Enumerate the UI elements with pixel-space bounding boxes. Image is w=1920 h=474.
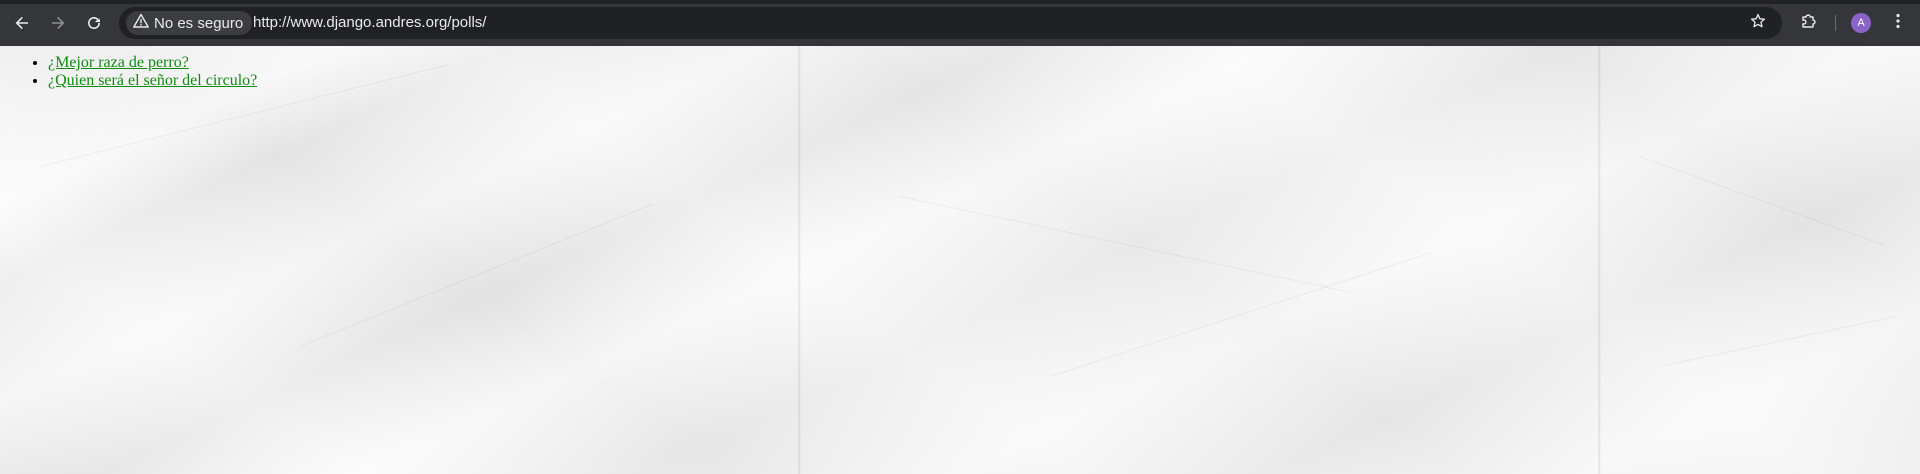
- security-label: No es seguro: [154, 14, 244, 32]
- extensions-button[interactable]: [1795, 9, 1823, 37]
- poll-list: ¿Mejor raza de perro? ¿Quien será el señ…: [0, 54, 257, 90]
- back-button[interactable]: [6, 9, 38, 37]
- list-item: ¿Quien será el señor del circulo?: [48, 72, 257, 90]
- browser-toolbar: No es seguro http://www.django.andres.or…: [0, 0, 1920, 46]
- star-icon: [1750, 13, 1766, 33]
- paper-crease: [1639, 156, 1885, 246]
- paper-crease: [1050, 252, 1431, 377]
- bookmark-button[interactable]: [1746, 11, 1770, 35]
- list-item: ¿Mejor raza de perro?: [48, 54, 257, 72]
- address-bar[interactable]: No es seguro http://www.django.andres.or…: [119, 7, 1782, 39]
- paper-crease: [300, 203, 653, 347]
- arrow-right-icon: [50, 15, 66, 31]
- poll-link[interactable]: ¿Quien será el señor del circulo?: [48, 72, 257, 89]
- reload-button[interactable]: [78, 9, 110, 37]
- security-chip[interactable]: No es seguro: [126, 11, 253, 35]
- arrow-left-icon: [14, 15, 30, 31]
- avatar[interactable]: A: [1851, 13, 1871, 33]
- paper-crease: [1660, 316, 1895, 367]
- poll-link[interactable]: ¿Mejor raza de perro?: [48, 54, 189, 71]
- forward-button[interactable]: [42, 9, 74, 37]
- reload-icon: [86, 15, 102, 31]
- paper-crease: [899, 196, 1350, 293]
- warning-triangle-icon: [133, 13, 149, 33]
- browser-menu-button[interactable]: [1886, 9, 1910, 37]
- toolbar-divider: [1835, 15, 1836, 31]
- url-text[interactable]: http://www.django.andres.org/polls/: [253, 14, 486, 32]
- page-viewport: ¿Mejor raza de perro? ¿Quien será el señ…: [0, 46, 1920, 474]
- puzzle-icon: [1800, 12, 1818, 34]
- kebab-menu-icon: [1896, 13, 1900, 33]
